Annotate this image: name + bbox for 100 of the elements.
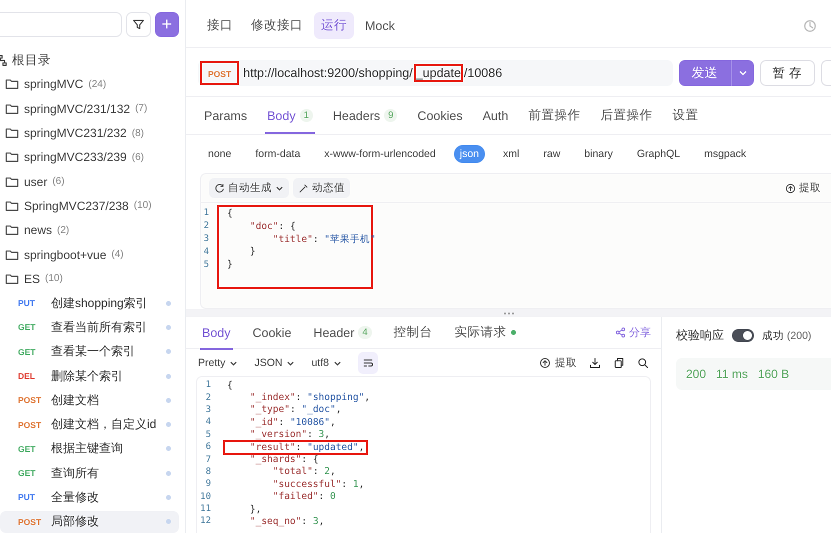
folder-item[interactable]: springboot+vue (4) [0, 243, 179, 266]
request-item[interactable]: GET 根据主键查询 [0, 438, 179, 460]
line-number: 11 [199, 504, 212, 514]
folder-icon [5, 102, 19, 116]
top-tab[interactable]: 接口 [200, 12, 240, 39]
folder-item[interactable]: SpringMVC237/238 (10) [0, 194, 179, 218]
folder-icon [5, 272, 19, 286]
download-icon [589, 357, 601, 369]
body-editor[interactable]: 自动生成 动态值 提取 1 { 2 "doc": { 3 "title": "苹果手机" 4 } 5 } [200, 173, 831, 309]
response-tab[interactable]: Header 4 [311, 316, 374, 350]
share-button[interactable]: 分享 [615, 325, 651, 340]
param-tab[interactable]: Headers 9 [330, 97, 400, 134]
code-line: "title": "苹果手机" [272, 232, 377, 246]
filter-button[interactable] [126, 12, 150, 37]
count-badge: 1 [300, 109, 313, 122]
request-item[interactable]: GET 查看当前所有索引 [0, 316, 179, 339]
body-type-option[interactable]: none [202, 145, 238, 163]
method-tag: GET [18, 346, 42, 357]
wrap-button[interactable] [358, 352, 378, 374]
request-item[interactable]: GET 查看某一个索引 [0, 340, 179, 363]
body-type-option[interactable]: binary [578, 145, 619, 163]
dynamic-value-button[interactable]: 动态值 [293, 178, 350, 198]
format-select[interactable]: Pretty [198, 357, 238, 369]
param-tab[interactable]: 后置操作 [598, 97, 654, 134]
wand-icon [298, 182, 309, 194]
param-tab[interactable]: Auth [480, 97, 510, 134]
folder-item[interactable]: springMVC231/232 (8) [0, 122, 179, 144]
param-tab[interactable]: 设置 [670, 97, 700, 134]
folder-item[interactable]: springMVC (24) [0, 73, 179, 96]
response-tab[interactable]: Body [200, 316, 232, 350]
response-tab[interactable]: 控制台 [392, 314, 435, 351]
request-item[interactable]: POST 创建文档 [0, 389, 179, 412]
body-type-option[interactable]: xml [497, 145, 526, 163]
url-field[interactable]: POST http://localhost:9200/shopping/ _update /10086 [198, 60, 673, 86]
request-item[interactable]: PUT 全量修改 [0, 486, 179, 509]
method-tag: PUT [18, 492, 42, 502]
line-number: 5 [202, 260, 210, 270]
body-type-option[interactable]: form-data [249, 145, 306, 163]
share-icon [615, 327, 626, 338]
folder-item[interactable]: user (6) [0, 170, 179, 193]
response-size: 160 B [758, 367, 790, 381]
add-button[interactable]: + [154, 12, 179, 37]
tab-label: 后置操作 [600, 107, 652, 124]
item-count: (2) [57, 224, 70, 236]
upload-icon [539, 357, 551, 369]
status-dot [166, 422, 171, 428]
type-select[interactable]: JSON [254, 357, 296, 369]
item-count: (8) [132, 128, 144, 139]
top-tab[interactable]: 修改接口 [244, 12, 310, 39]
request-name: 查询所有 [51, 464, 100, 482]
tab-label: 设置 [672, 107, 698, 124]
folder-item[interactable]: news (2) [0, 219, 179, 242]
root-folder[interactable]: 根目录 [0, 49, 179, 72]
body-type-option[interactable]: raw [537, 145, 566, 163]
top-tab[interactable]: Mock [358, 14, 402, 38]
tab-label: Cookie [252, 326, 292, 340]
item-count: (4) [111, 249, 124, 260]
item-count: (10) [45, 273, 63, 284]
folder-item[interactable]: ES (10) [0, 268, 179, 290]
param-tab[interactable]: Body 1 [265, 97, 315, 134]
body-type-option[interactable]: msgpack [698, 145, 752, 163]
folder-icon [5, 174, 19, 189]
code-line: "failed": 0 [272, 491, 337, 502]
top-tab[interactable]: 运行 [314, 12, 354, 39]
request-item[interactable]: GET 查询所有 [0, 462, 179, 484]
extract-button[interactable]: 提取 [785, 181, 821, 195]
request-item[interactable]: POST 局部修改 [0, 510, 179, 533]
clock-icon [803, 18, 817, 32]
param-tab[interactable]: 前置操作 [526, 97, 582, 134]
code-line: "_type": "_doc", [248, 404, 342, 416]
wrap-lines-icon [362, 357, 374, 369]
line-number: 3 [204, 404, 212, 415]
response-tab[interactable]: 实际请求 [452, 314, 518, 351]
url-text: /10086 [464, 66, 502, 80]
auto-generate-button[interactable]: 自动生成 [209, 178, 289, 198]
folder-name: springMVC/231/132 [24, 102, 130, 116]
line-number: 4 [204, 417, 212, 428]
folder-icon [5, 223, 19, 238]
code-line: "total": 2, [272, 466, 337, 478]
param-tab[interactable]: Cookies [415, 97, 465, 134]
extract-button[interactable]: 提取 [539, 356, 577, 370]
folder-icon [5, 198, 19, 213]
response-tab[interactable]: Cookie [250, 316, 294, 350]
validate-toggle[interactable] [732, 329, 754, 342]
param-tab[interactable]: Params [202, 97, 250, 134]
search-field[interactable] [0, 12, 122, 37]
body-type-option[interactable]: GraphQL [630, 145, 686, 163]
request-name: 删除某个索引 [51, 368, 124, 384]
count-badge: 4 [358, 326, 372, 339]
save-button[interactable]: 暂 存 [760, 60, 815, 86]
request-item[interactable]: PUT 创建shopping索引 [0, 292, 179, 314]
folder-item[interactable]: springMVC233/239 (6) [0, 146, 179, 168]
line-number: 7 [204, 454, 212, 465]
status-dot [166, 349, 171, 354]
folder-item[interactable]: springMVC/231/132 (7) [0, 98, 179, 120]
request-item[interactable]: POST 创建文档，自定义id [0, 413, 179, 436]
body-type-option[interactable]: x-www-form-urlencoded [318, 145, 442, 163]
request-item[interactable]: DEL 删除某个索引 [0, 364, 179, 388]
encoding-select[interactable]: utf8 [311, 357, 342, 369]
method-tag: GET [18, 468, 42, 478]
